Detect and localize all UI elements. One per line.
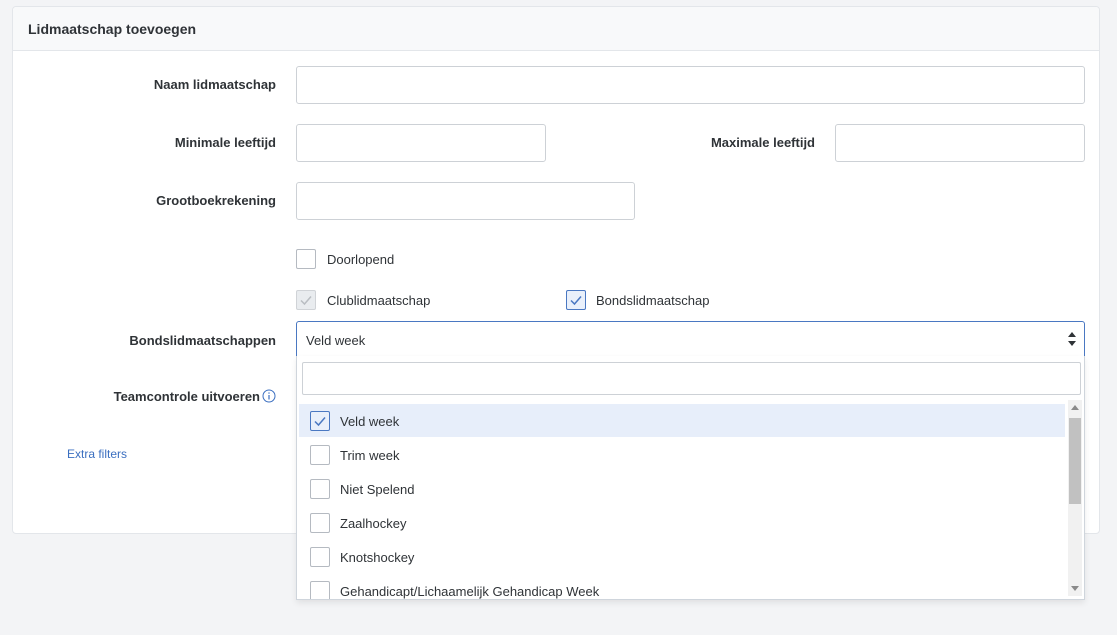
name-input[interactable] — [296, 66, 1085, 104]
extra-filters-link[interactable]: Extra filters — [67, 447, 127, 461]
name-label: Naam lidmaatschap — [153, 77, 276, 92]
dropdown-option[interactable]: Niet Spelend — [299, 472, 1065, 505]
club-membership-checkbox[interactable] — [296, 290, 316, 310]
option-label: Zaalhockey — [340, 516, 407, 531]
max-age-input[interactable] — [835, 124, 1085, 162]
select-value: Veld week — [306, 333, 366, 348]
federation-memberships-label: Bondslidmaatschappen — [129, 333, 276, 348]
dropdown-option[interactable]: Gehandicapt/Lichaamelijk Gehandicap Week — [299, 574, 1065, 599]
dropdown-option[interactable]: Knotshockey — [299, 540, 1065, 573]
dropdown-option[interactable]: Zaalhockey — [299, 506, 1065, 539]
scroll-up-arrow-icon[interactable] — [1071, 405, 1079, 410]
scroll-down-arrow-icon[interactable] — [1071, 586, 1079, 591]
option-checkbox[interactable] — [310, 411, 330, 431]
option-checkbox[interactable] — [310, 445, 330, 465]
option-checkbox[interactable] — [310, 581, 330, 599]
federation-memberships-dropdown: Veld week Trim week Niet Spelend Zaalhoc… — [296, 356, 1085, 600]
ledger-input[interactable] — [296, 182, 635, 220]
option-label: Trim week — [340, 448, 400, 463]
card-title: Lidmaatschap toevoegen — [13, 7, 1099, 51]
min-age-input[interactable] — [296, 124, 546, 162]
scroll-thumb[interactable] — [1069, 418, 1081, 504]
info-icon[interactable] — [262, 389, 276, 403]
checkmark-icon — [570, 296, 582, 306]
option-label: Gehandicapt/Lichaamelijk Gehandicap Week — [340, 584, 600, 599]
option-label: Veld week — [340, 414, 400, 429]
club-membership-label: Clublidmaatschap — [327, 293, 431, 308]
option-checkbox[interactable] — [310, 479, 330, 499]
federation-membership-label: Bondslidmaatschap — [596, 293, 710, 308]
option-checkbox[interactable] — [310, 513, 330, 533]
federation-memberships-select[interactable]: Veld week — [296, 321, 1085, 357]
dropdown-option[interactable]: Veld week — [299, 404, 1065, 437]
option-label: Knotshockey — [340, 550, 415, 565]
sort-arrows-icon — [1068, 332, 1076, 346]
dropdown-search-input[interactable] — [302, 362, 1081, 395]
option-label: Niet Spelend — [340, 482, 415, 497]
ledger-label: Grootboekrekening — [156, 193, 276, 208]
checkmark-icon — [300, 296, 312, 306]
max-age-label: Maximale leeftijd — [710, 135, 815, 150]
continuous-checkbox[interactable] — [296, 249, 316, 269]
option-checkbox[interactable] — [310, 547, 330, 567]
dropdown-option[interactable]: Trim week — [299, 438, 1065, 471]
dropdown-scrollbar[interactable] — [1068, 400, 1082, 596]
checkmark-icon — [314, 417, 326, 427]
team-check-label: Teamcontrole uitvoeren — [113, 389, 260, 404]
min-age-label: Minimale leeftijd — [174, 135, 276, 150]
federation-membership-checkbox[interactable] — [566, 290, 586, 310]
continuous-label: Doorlopend — [327, 252, 395, 267]
